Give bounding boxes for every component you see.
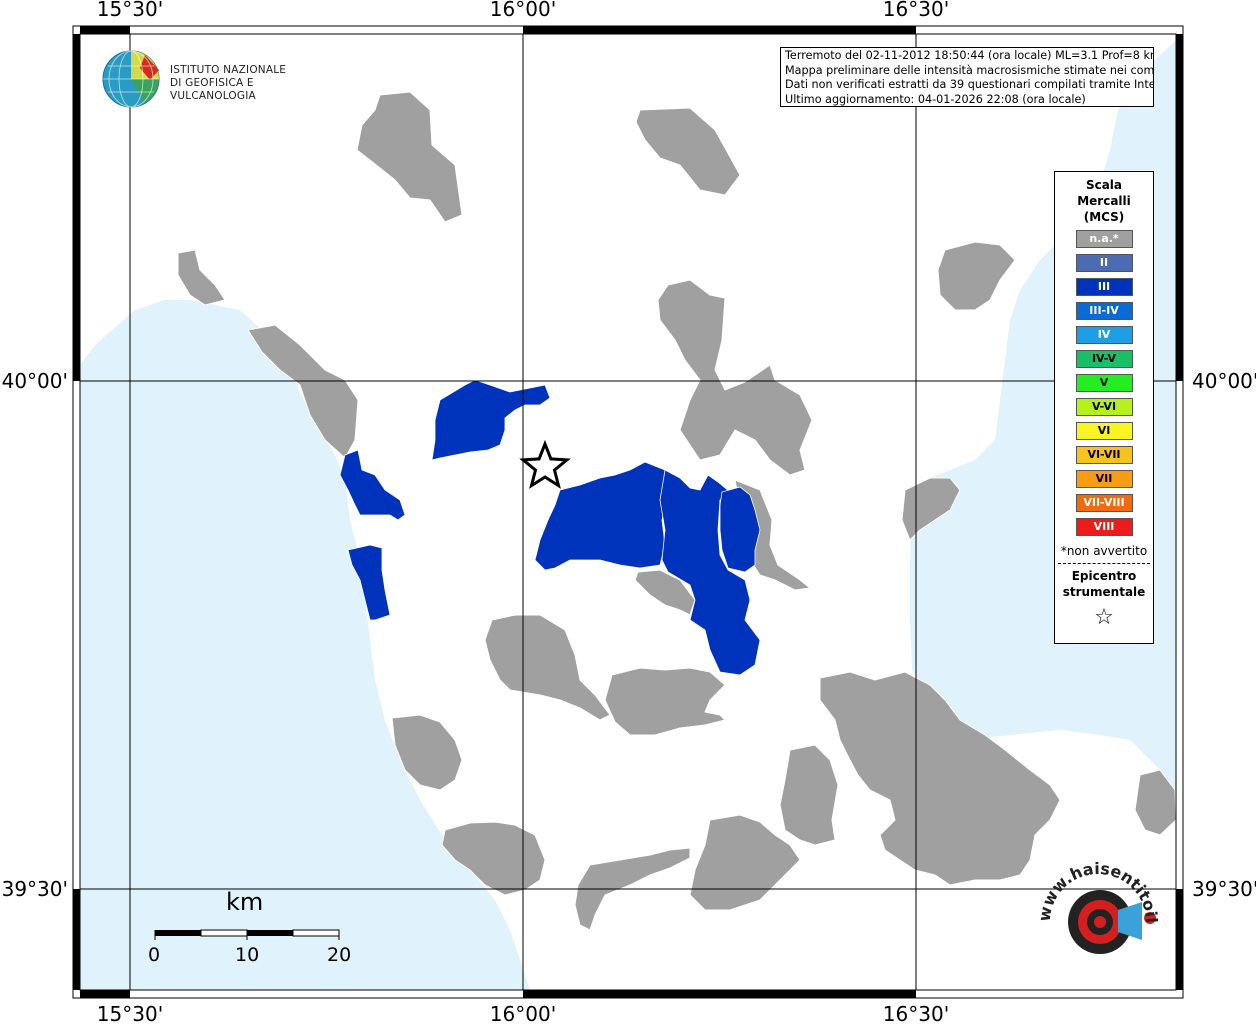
left-tick-label: 40°00': [2, 369, 68, 393]
legend-title-line: Scala: [1085, 178, 1123, 192]
legend-item: VI: [1075, 422, 1133, 440]
legend-item: n.a.*: [1075, 230, 1133, 248]
event-info-line: Ultimo aggiornamento: 04-01-2026 22:08 (…: [785, 92, 1086, 106]
legend-item: III-IV: [1075, 302, 1133, 320]
ingv-logo: ISTITUTO NAZIONALE DI GEOFISICA E VULCAN…: [100, 48, 320, 110]
bottom-tick-label: 16°30': [883, 1002, 949, 1024]
legend-item: II: [1075, 254, 1133, 272]
legend-epicenter-label: Epicentro strumentale: [1055, 568, 1153, 600]
legend-item: VII: [1075, 470, 1133, 488]
legend-star-icon: ☆: [1094, 605, 1114, 630]
scale-label: 10: [235, 944, 260, 966]
legend-item: VI-VII: [1075, 446, 1133, 464]
legend-note: *non avvertito: [1060, 544, 1148, 558]
na-area: [779, 744, 839, 846]
event-info-line: Terremoto del 02-11-2012 18:50:44 (ora l…: [785, 49, 1154, 62]
right-tick-label: 40°00': [1192, 369, 1256, 393]
legend-epicenter-line: strumentale: [1062, 585, 1146, 599]
top-tick-label: 15°30': [97, 0, 163, 21]
scale-label: 0: [148, 944, 161, 966]
legend-item: III: [1075, 278, 1133, 296]
ingv-logo-text: ISTITUTO NAZIONALE DI GEOFISICA E VULCAN…: [170, 64, 320, 103]
legend-item: VIII: [1075, 518, 1133, 536]
haisentito-logo: www.haisentitoilterremoto.it: [1030, 860, 1161, 954]
legend-item: IV-V: [1075, 350, 1133, 368]
intensity-legend: Scala Mercalli (MCS) n.a.* II III III-IV IV I…: [1054, 171, 1154, 644]
na-area: [604, 667, 726, 736]
right-tick-label: 39°30': [1192, 877, 1256, 901]
bottom-tick-label: 16°00': [490, 1002, 556, 1024]
logo-line-1: ISTITUTO NAZIONALE: [170, 64, 287, 76]
logo-line-2: DI GEOFISICA E VULCANOLOGIA: [170, 77, 256, 102]
legend-items: n.a.* II III III-IV IV IV-V V V-VI VI VI-VII VII VI…: [1055, 230, 1153, 536]
legend-item: IV: [1075, 326, 1133, 344]
legend-epicenter-line: Epicentro: [1071, 569, 1137, 583]
bottom-tick-label: 15°30': [97, 1002, 163, 1024]
event-info-line: Dati non verificati estratti da 39 quest…: [785, 78, 1154, 91]
scale-unit-label: km: [226, 888, 264, 916]
legend-title-line: Mercalli: [1077, 194, 1131, 208]
legend-divider: [1058, 563, 1150, 564]
legend-item: V-VI: [1075, 398, 1133, 416]
top-tick-label: 16°00': [490, 0, 556, 21]
event-info-box: Terremoto del 02-11-2012 18:50:44 (ora l…: [780, 47, 1154, 107]
event-info-line: Mappa preliminare delle intensità macros…: [785, 63, 1154, 77]
top-tick-label: 16°30': [883, 0, 949, 21]
legend-title: Scala Mercalli (MCS): [1055, 177, 1153, 225]
left-tick-label: 39°30': [2, 877, 68, 901]
legend-item: V: [1075, 374, 1133, 392]
legend-title-line: (MCS): [1083, 210, 1125, 224]
globe-logo-icon: [102, 50, 160, 108]
legend-item: VII-VIII: [1075, 494, 1133, 512]
scale-label: 20: [327, 944, 352, 966]
